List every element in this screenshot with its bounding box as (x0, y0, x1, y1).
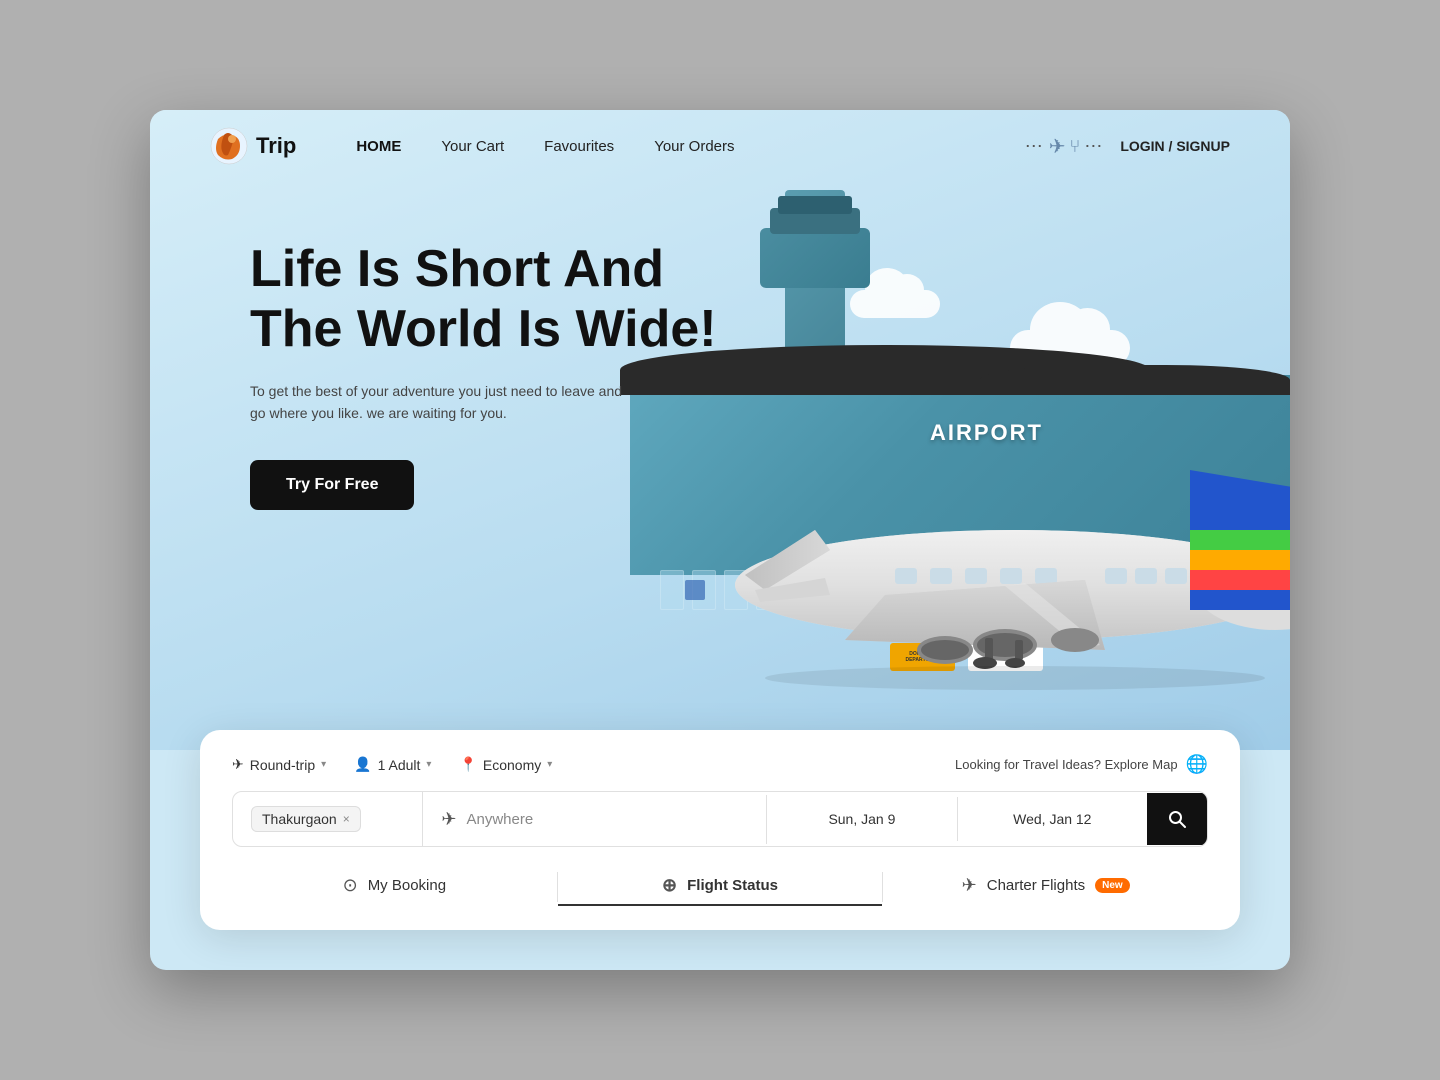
search-box: ✈ Round-trip ▾ 👤 1 Adult ▾ 📍 Economy ▾ L… (200, 730, 1240, 930)
class-chevron: ▾ (547, 759, 552, 770)
search-options-row: ✈ Round-trip ▾ 👤 1 Adult ▾ 📍 Economy ▾ L… (232, 754, 1208, 775)
search-button[interactable] (1147, 793, 1207, 845)
try-for-free-button[interactable]: Try For Free (250, 460, 414, 510)
return-date-field[interactable]: Wed, Jan 12 (958, 797, 1147, 841)
trip-type-selector[interactable]: ✈ Round-trip ▾ (232, 756, 326, 773)
search-inputs: Thakurgaon × ✈ Anywhere Sun, Jan 9 Wed, … (232, 791, 1208, 847)
trip-type-label: Round-trip (250, 757, 315, 773)
location-icon: 📍 (459, 756, 476, 773)
class-selector[interactable]: 📍 Economy ▾ (459, 756, 552, 773)
class-label: Economy (483, 757, 541, 773)
trip-icon: ✈ (232, 756, 244, 773)
nav-icons: ⋯ ✈ ⑂ ⋯ (1025, 134, 1105, 159)
charter-flights-tab[interactable]: ✈ Charter Flights New (883, 867, 1208, 906)
flight-status-tab[interactable]: ⊕ Flight Status (558, 867, 883, 906)
map-icon: 🌐 (1186, 754, 1208, 775)
flight-status-icon: ⊕ (662, 875, 677, 896)
from-value: Thakurgaon (262, 811, 337, 827)
nav-links: HOME Your Cart Favourites Your Orders (356, 138, 1024, 155)
navbar: Trip HOME Your Cart Favourites Your Orde… (150, 110, 1290, 182)
nav-orders[interactable]: Your Orders (654, 138, 734, 155)
nav-right: ⋯ ✈ ⑂ ⋯ LOGIN / SIGNUP (1025, 134, 1230, 159)
new-badge: New (1095, 878, 1130, 893)
globe-icon (210, 127, 248, 165)
logo-text: Trip (256, 133, 296, 159)
charter-label: Charter Flights (987, 877, 1085, 894)
nav-home[interactable]: HOME (356, 138, 401, 155)
trip-type-chevron: ▾ (321, 759, 326, 770)
second-plane-tail (1190, 470, 1290, 610)
return-date: Wed, Jan 12 (1013, 811, 1091, 827)
dots-icon: ⋯ (1025, 136, 1045, 157)
to-plane-icon: ✈ (441, 809, 456, 830)
from-remove-icon[interactable]: × (343, 812, 350, 826)
flight-status-label: Flight Status (687, 877, 778, 894)
hero-content: Life Is Short And The World Is Wide! To … (250, 240, 717, 510)
nav-cart[interactable]: Your Cart (441, 138, 504, 155)
logo[interactable]: Trip (210, 127, 296, 165)
explore-map-button[interactable]: Looking for Travel Ideas? Explore Map 🌐 (955, 754, 1208, 775)
booking-label: My Booking (368, 877, 446, 894)
from-field[interactable]: Thakurgaon × (233, 792, 423, 846)
login-button[interactable]: LOGIN / SIGNUP (1120, 138, 1230, 154)
passengers-selector[interactable]: 👤 1 Adult ▾ (354, 756, 431, 773)
bottom-tabs: ⊙ My Booking ⊕ Flight Status ✈ Charter F… (232, 867, 1208, 906)
to-value: Anywhere (467, 811, 534, 828)
charter-icon: ✈ (962, 875, 977, 896)
person-icon: 👤 (354, 756, 371, 773)
passengers-chevron: ▾ (426, 759, 431, 770)
passengers-label: 1 Adult (378, 757, 421, 773)
plane-icon[interactable]: ✈ (1049, 134, 1066, 159)
search-icon (1167, 809, 1187, 829)
hero-subtitle: To get the best of your adventure you ju… (250, 380, 630, 425)
from-chip: Thakurgaon × (251, 806, 361, 832)
depart-date-field[interactable]: Sun, Jan 9 (767, 797, 957, 841)
my-booking-tab[interactable]: ⊙ My Booking (232, 867, 557, 906)
dots2-icon: ⋯ (1084, 136, 1104, 157)
nav-favourites[interactable]: Favourites (544, 138, 614, 155)
search-options: ✈ Round-trip ▾ 👤 1 Adult ▾ 📍 Economy ▾ (232, 756, 552, 773)
explore-map-text: Looking for Travel Ideas? Explore Map (955, 757, 1178, 772)
to-field[interactable]: ✈ Anywhere (423, 795, 767, 844)
fork-icon[interactable]: ⑂ (1070, 136, 1081, 157)
hero-title: Life Is Short And The World Is Wide! (250, 240, 717, 360)
booking-icon: ⊙ (343, 875, 358, 896)
depart-date: Sun, Jan 9 (828, 811, 895, 827)
